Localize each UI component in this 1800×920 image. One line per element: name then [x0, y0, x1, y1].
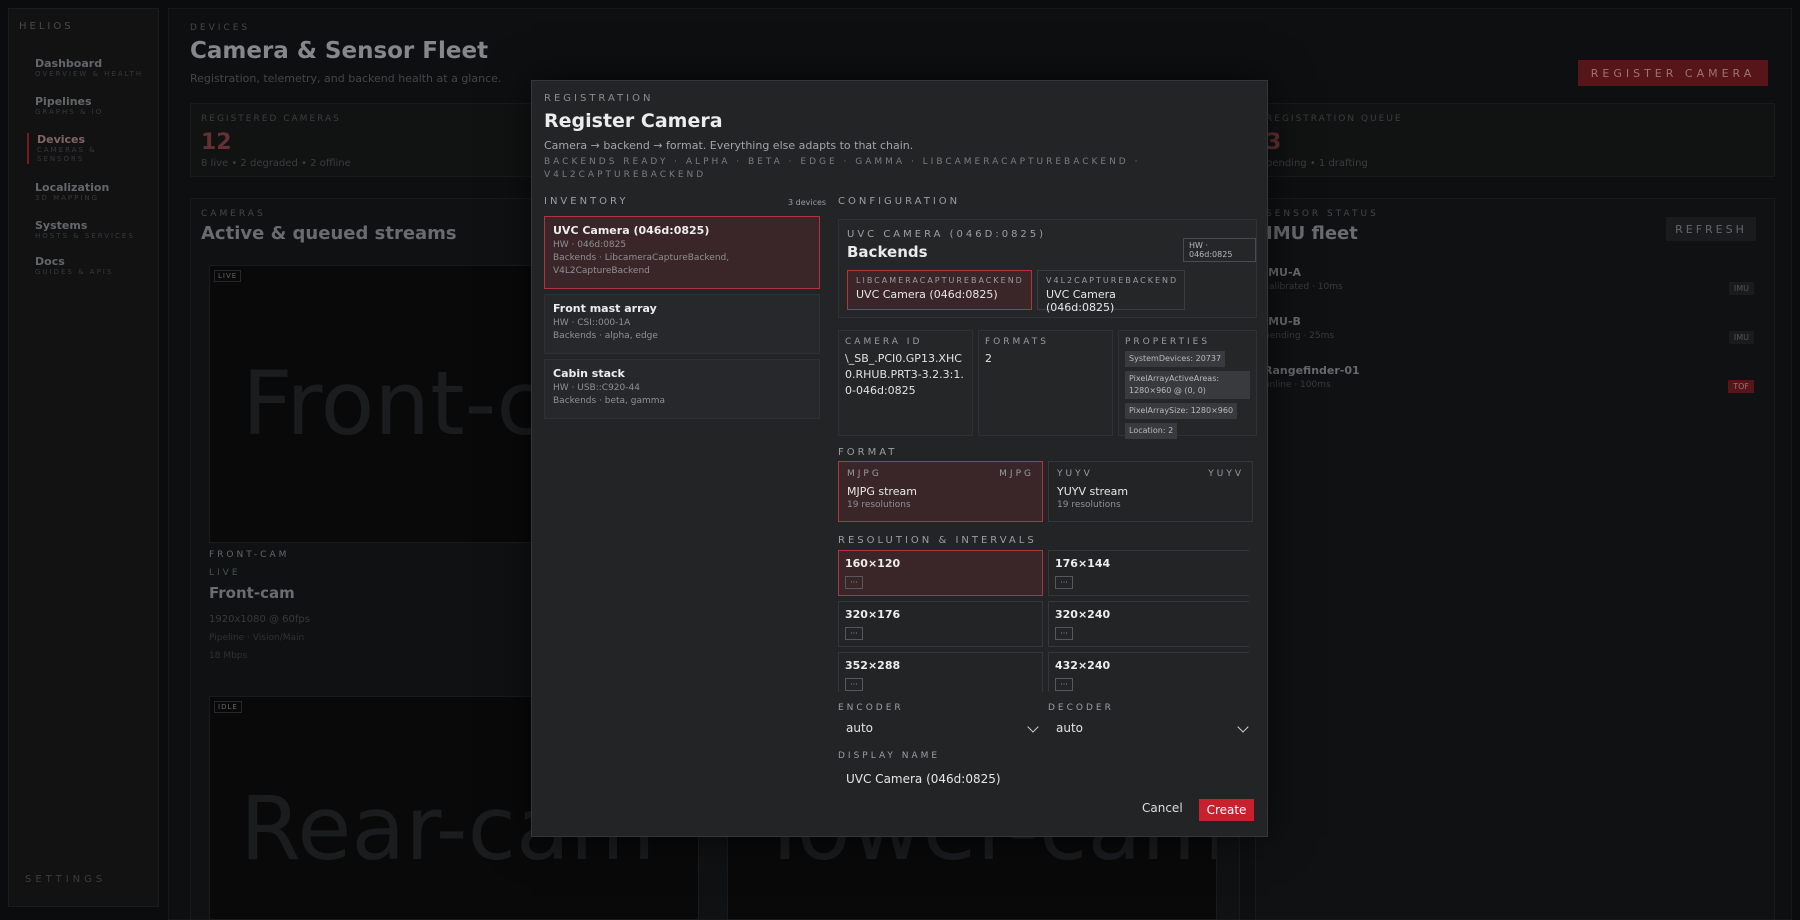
- resolution-option[interactable]: 320×176 ···: [838, 601, 1043, 647]
- inventory-item-hw: HW · USB::C920-44: [553, 383, 640, 393]
- inventory-item-hw: HW · CSI::000-1A: [553, 318, 631, 328]
- display-name-input[interactable]: [838, 768, 1249, 790]
- format-resolutions: 19 resolutions: [847, 500, 911, 510]
- formats-value: 2: [985, 352, 992, 365]
- display-name-label: DISPLAY NAME: [838, 751, 941, 761]
- resolution-value: 160×120: [845, 557, 901, 570]
- backend-option-key: V4L2CAPTUREBACKEND: [1046, 276, 1179, 285]
- dialog-description: Camera → backend → format. Everything el…: [544, 139, 914, 152]
- format-name: YUYV stream: [1057, 485, 1129, 498]
- interval-button[interactable]: ···: [1055, 576, 1073, 589]
- resolution-option[interactable]: 320×240 ···: [1048, 601, 1249, 647]
- inventory-item-name: Cabin stack: [553, 367, 625, 380]
- resolution-option[interactable]: 176×144 ···: [1048, 550, 1249, 596]
- property-chip: PixelArraySize: 1280×960: [1125, 403, 1238, 419]
- backend-option-v4l2[interactable]: V4L2CAPTUREBACKEND UVC Camera (046d:0825…: [1037, 270, 1185, 314]
- properties-label: PROPERTIES: [1125, 337, 1211, 347]
- register-camera-dialog: REGISTRATION Register Camera Camera → ba…: [531, 80, 1268, 837]
- format-option-mjpg[interactable]: MJPG MJPG MJPG stream 19 resolutions: [838, 461, 1043, 522]
- inventory-item-name: UVC Camera (046d:0825): [553, 224, 710, 237]
- resolution-option[interactable]: 352×288 ···: [838, 652, 1043, 692]
- format-resolutions: 19 resolutions: [1057, 500, 1121, 510]
- resolution-value: 320×240: [1055, 608, 1111, 621]
- encoder-value: auto: [846, 721, 874, 735]
- backends-ready: BACKENDS READY · ALPHA · BETA · EDGE · G…: [544, 157, 1141, 180]
- property-chip: PixelArrayActiveAreas: 1280×960 @ (0, 0): [1125, 371, 1250, 399]
- format-code: YUYV: [1208, 469, 1244, 479]
- dialog-eyebrow: REGISTRATION: [544, 93, 654, 104]
- property-chip: Location: 2: [1125, 423, 1178, 439]
- inventory-label: INVENTORY: [544, 196, 629, 207]
- format-option-yuyv[interactable]: YUYV YUYV YUYV stream 19 resolutions: [1048, 461, 1253, 522]
- interval-button[interactable]: ···: [845, 627, 863, 640]
- backend-option-libcamera[interactable]: LIBCAMERACAPTUREBACKEND UVC Camera (046d…: [847, 270, 1032, 310]
- backend-option-value: UVC Camera (046d:0825): [1046, 288, 1116, 314]
- inventory-item-hw: HW · 046d:0825: [553, 240, 627, 250]
- hw-badge: HW · 046d:0825: [1183, 238, 1256, 262]
- configuration-label: CONFIGURATION: [838, 196, 961, 207]
- encoder-label: ENCODER: [838, 703, 904, 713]
- interval-button[interactable]: ···: [845, 678, 863, 691]
- resolution-value: 320×176: [845, 608, 901, 621]
- interval-button[interactable]: ···: [1055, 678, 1073, 691]
- backends-section: UVC CAMERA (046D:0825) Backends HW · 046…: [838, 219, 1257, 318]
- resolution-value: 432×240: [1055, 659, 1111, 672]
- inventory-item-uvc-camera[interactable]: UVC Camera (046d:0825) HW · 046d:0825 Ba…: [544, 216, 820, 289]
- cancel-button[interactable]: Cancel: [1142, 801, 1183, 815]
- inventory-item-backends: Backends · LibcameraCaptureBackend, V4L2…: [553, 253, 730, 276]
- format-code: MJPG: [999, 469, 1034, 479]
- decoder-label: DECODER: [1048, 703, 1114, 713]
- resolution-value: 352×288: [845, 659, 901, 672]
- resolution-option[interactable]: 432×240 ···: [1048, 652, 1249, 692]
- interval-button[interactable]: ···: [845, 576, 863, 589]
- camera-id-box: CAMERA ID \_SB_.PCI0.GP13.XHC0.RHUB.PRT3…: [838, 330, 973, 436]
- backend-option-key: LIBCAMERACAPTUREBACKEND: [856, 276, 1024, 285]
- interval-button[interactable]: ···: [1055, 627, 1073, 640]
- backends-title: Backends: [847, 243, 928, 261]
- decoder-value: auto: [1056, 721, 1084, 735]
- inventory-item-name: Front mast array: [553, 302, 657, 315]
- resolution-value: 176×144: [1055, 557, 1111, 570]
- properties-box: PROPERTIES SystemDevices: 20737 PixelArr…: [1118, 330, 1257, 439]
- format-name: MJPG stream: [847, 485, 917, 498]
- config-camera-label: UVC CAMERA (046D:0825): [847, 229, 1047, 240]
- camera-id-value: \_SB_.PCI0.GP13.XHC0.RHUB.PRT3-3.2.3:1.0…: [845, 352, 964, 397]
- resolution-list[interactable]: 160×120 ··· 176×144 ··· 320×176 ··· 320×…: [838, 550, 1249, 692]
- formats-label: FORMATS: [985, 337, 1049, 347]
- encoder-select[interactable]: auto: [838, 721, 1043, 741]
- create-button[interactable]: Create: [1199, 799, 1254, 821]
- inventory-item-backends: Backends · beta, gamma: [553, 396, 666, 406]
- inventory-item-backends: Backends · alpha, edge: [553, 331, 658, 341]
- resolution-option[interactable]: 160×120 ···: [838, 550, 1043, 596]
- formats-box: FORMATS 2: [978, 330, 1113, 436]
- property-chip: SystemDevices: 20737: [1125, 351, 1226, 367]
- dialog-title: Register Camera: [544, 110, 723, 132]
- inventory-item-front-mast[interactable]: Front mast array HW · CSI::000-1A Backen…: [544, 294, 820, 354]
- inventory-count: 3 devices: [788, 198, 827, 207]
- decoder-select[interactable]: auto: [1048, 721, 1253, 741]
- inventory-item-cabin-stack[interactable]: Cabin stack HW · USB::C920-44 Backends ·…: [544, 359, 820, 419]
- camera-id-label: CAMERA ID: [845, 337, 923, 347]
- format-label: FORMAT: [838, 447, 898, 458]
- resolution-label: RESOLUTION & INTERVALS: [838, 535, 1037, 546]
- backend-option-value: UVC Camera (046d:0825): [856, 288, 998, 301]
- chevron-down-icon: [1237, 721, 1249, 733]
- chevron-down-icon: [1027, 721, 1039, 733]
